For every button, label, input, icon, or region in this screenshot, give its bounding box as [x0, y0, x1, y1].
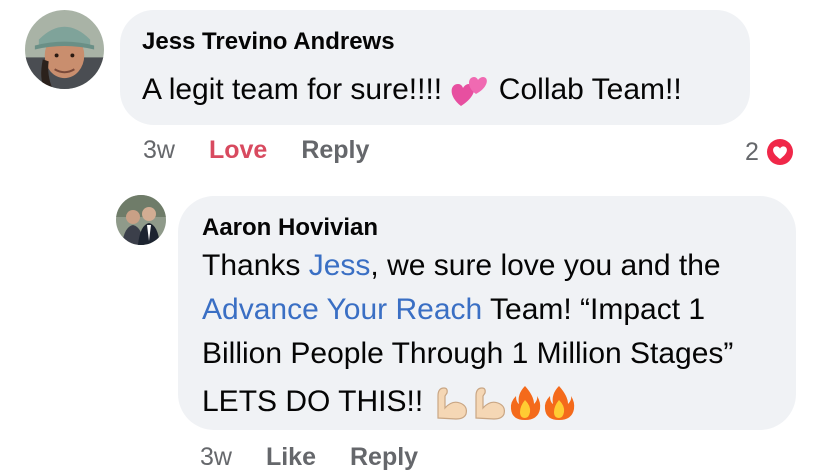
avatar-jess[interactable]: [25, 10, 104, 89]
mention-link[interactable]: Jess: [309, 249, 371, 282]
comment-text-part: A legit team for sure!!!!: [142, 73, 451, 106]
comment-author[interactable]: Jess Trevino Andrews: [142, 28, 750, 56]
comment-text-part: Collab Team!!: [490, 73, 682, 106]
comment-timestamp[interactable]: 3w: [200, 443, 232, 472]
reply-button[interactable]: Reply: [301, 136, 369, 165]
comment-actions: 3w Love Reply: [143, 136, 403, 165]
comment-text-part: Team! “Impact 1: [482, 293, 706, 326]
comment-bubble-jess: Jess Trevino Andrews A legit team for su…: [120, 10, 750, 125]
comment-text-line: Thanks Jess, we sure love you and the: [202, 246, 796, 286]
comment-actions: 3w Like Reply: [200, 443, 452, 472]
avatar-aaron[interactable]: [116, 195, 166, 245]
comment-text-part: LETS DO THIS!!: [202, 385, 432, 418]
avatar-image: [116, 195, 166, 245]
comment-text-line: Advance Your Reach Team! “Impact 1: [202, 290, 796, 330]
avatar-image: [25, 10, 104, 89]
fire-icon: [542, 384, 576, 422]
like-button[interactable]: Like: [266, 443, 316, 472]
reply-button[interactable]: Reply: [350, 443, 418, 472]
mention-link[interactable]: Advance Your Reach: [202, 293, 482, 326]
flexed-biceps-icon: [470, 384, 508, 422]
comment-text-part: Thanks: [202, 249, 309, 282]
reaction-summary[interactable]: 2: [745, 136, 796, 168]
reaction-count: 2: [745, 137, 759, 166]
comment-timestamp[interactable]: 3w: [143, 136, 175, 165]
comment-text-part: , we sure love you and the: [370, 249, 721, 282]
fire-icon: [508, 384, 542, 422]
love-reaction-icon: [764, 137, 795, 167]
love-button[interactable]: Love: [209, 136, 267, 165]
comment-text: A legit team for sure!!!! Collab Team!!: [142, 70, 750, 110]
comment-bubble-aaron: Aaron Hovivian Thanks Jess, we sure love…: [178, 196, 796, 430]
flexed-biceps-icon: [432, 384, 470, 422]
two-hearts-icon: [450, 74, 490, 108]
comment-text-line: LETS DO THIS!!: [202, 382, 796, 422]
comment-text-line: Billion People Through 1 Million Stages”: [202, 337, 734, 370]
comment-author[interactable]: Aaron Hovivian: [202, 214, 796, 242]
